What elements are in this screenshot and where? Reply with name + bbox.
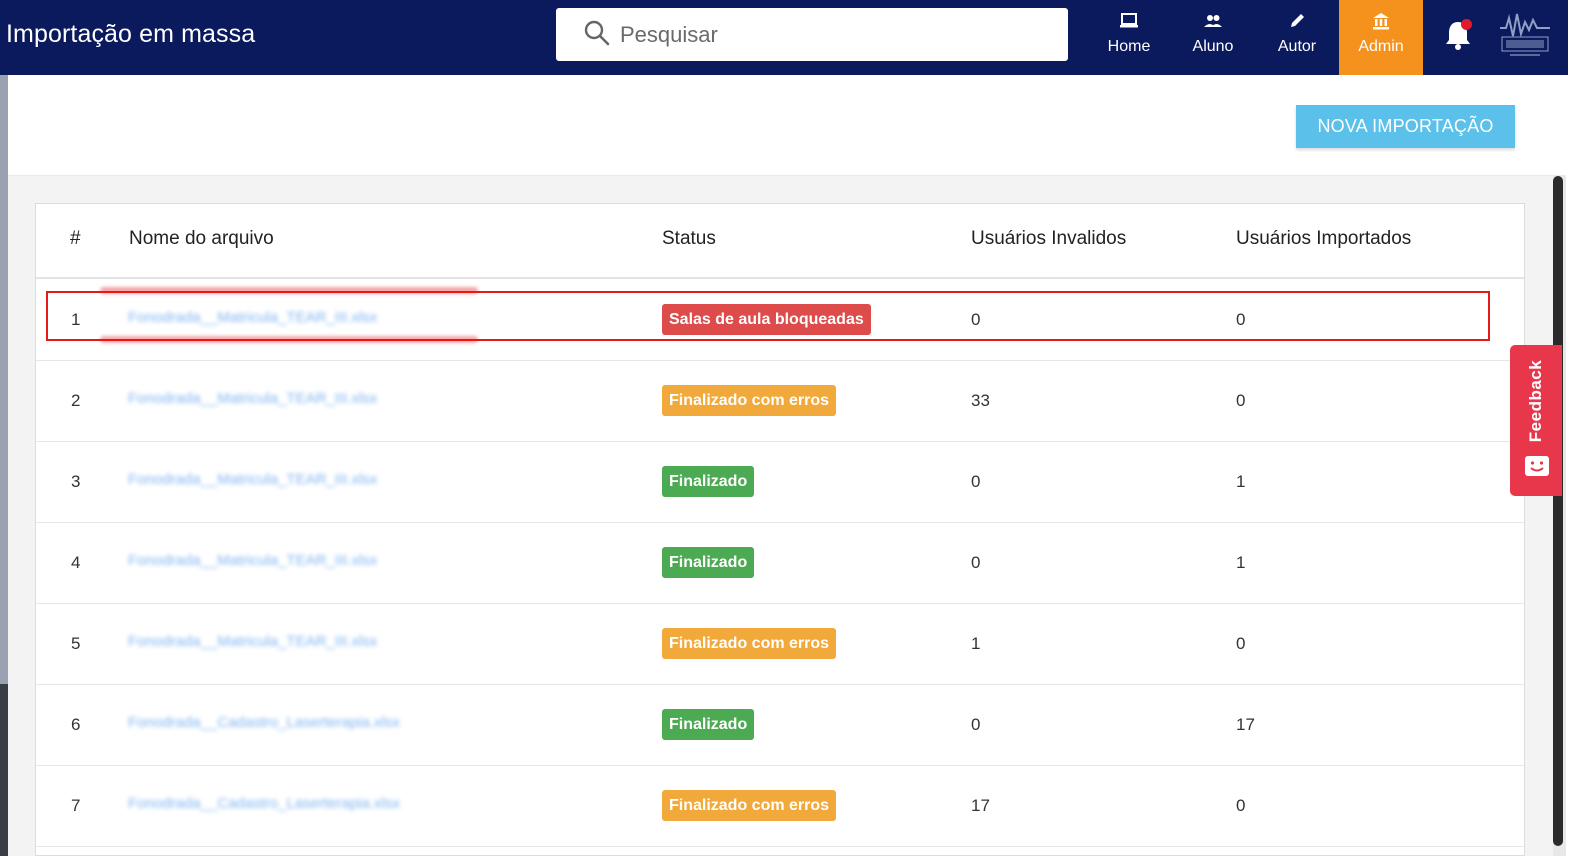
invalid-count: 33 (971, 391, 990, 410)
imported-count: 0 (1236, 796, 1246, 815)
col-header-imported: Usuários Importados (1236, 228, 1412, 249)
row-number: 6 (71, 715, 81, 734)
invalid-count: 1 (971, 634, 981, 653)
row-divider (36, 441, 1524, 442)
col-header-number: # (70, 228, 81, 249)
row-number: 5 (71, 634, 81, 653)
nav-home[interactable]: Home (1087, 0, 1171, 75)
row-divider (36, 603, 1524, 604)
invalid-count: 0 (971, 715, 981, 734)
scrollbar-thumb[interactable] (1553, 176, 1563, 846)
row-number: 3 (71, 472, 81, 491)
nav-home-label: Home (1107, 38, 1151, 55)
imported-count: 17 (1236, 715, 1255, 734)
row-divider (36, 522, 1524, 523)
notification-dot (1461, 19, 1472, 30)
file-link[interactable]: Fonodrada__Matricula_TEAR_III.xlsx (128, 633, 377, 653)
row-number: 2 (71, 391, 81, 410)
new-import-button[interactable]: NOVA IMPORTAÇÃO (1296, 105, 1515, 148)
imported-count: 0 (1236, 634, 1246, 653)
file-link[interactable]: Fonodrada__Matricula_TEAR_III.xlsx (128, 552, 377, 572)
nav-autor-label: Autor (1277, 38, 1317, 55)
imported-count: 1 (1236, 472, 1246, 491)
feedback-label: Feedback (1526, 359, 1545, 443)
file-link[interactable]: Fonodrada__Cadastro_Laserterapia.xlsx (128, 714, 400, 734)
header-divider (36, 277, 1524, 279)
status-badge: Finalizado com erros (662, 385, 837, 416)
nav-admin[interactable]: Admin (1339, 0, 1423, 75)
nav-aluno-label: Aluno (1192, 38, 1234, 55)
pencil-icon (1291, 14, 1304, 27)
page-title: Importação em massa (6, 20, 256, 48)
search-icon (584, 20, 610, 46)
status-badge: Finalizado com erros (662, 790, 837, 821)
bank-icon (1373, 13, 1389, 30)
top-bar: Importação em massa Home Aluno Autor (0, 0, 1568, 75)
status-badge: Finalizado (662, 709, 755, 740)
search-box[interactable] (556, 8, 1068, 61)
status-badge: Finalizado (662, 466, 755, 497)
invalid-count: 17 (971, 796, 990, 815)
row-divider (36, 360, 1524, 361)
row-number: 7 (71, 796, 81, 815)
col-header-file: Nome do arquivo (129, 228, 274, 249)
annotation-highlight-box (46, 291, 1490, 341)
col-header-status: Status (662, 228, 716, 249)
users-icon (1204, 15, 1222, 27)
nav-admin-label: Admin (1358, 38, 1404, 55)
imported-count: 0 (1236, 391, 1246, 410)
nav-autor[interactable]: Autor (1255, 0, 1339, 75)
status-badge: Finalizado (662, 547, 755, 578)
search-input[interactable] (620, 21, 1040, 48)
file-link[interactable]: Fonodrada__Matricula_TEAR_III.xlsx (128, 390, 377, 410)
col-header-invalid: Usuários Invalidos (971, 228, 1127, 249)
row-divider (36, 684, 1524, 685)
invalid-count: 0 (971, 553, 981, 572)
invalid-count: 0 (971, 472, 981, 491)
imported-count: 1 (1236, 553, 1246, 572)
status-badge: Finalizado com erros (662, 628, 837, 659)
laptop-icon (1120, 13, 1138, 28)
row-number: 4 (71, 553, 81, 572)
left-edge-dark (0, 684, 8, 856)
row-divider (36, 846, 1524, 847)
feedback-tab[interactable]: Feedback (1510, 345, 1562, 496)
nav-aluno[interactable]: Aluno (1171, 0, 1255, 75)
file-link[interactable]: Fonodrada__Cadastro_Laserterapia.xlsx (128, 795, 400, 815)
file-link[interactable]: Fonodrada__Matricula_TEAR_III.xlsx (128, 471, 377, 491)
smile-icon (1525, 456, 1549, 476)
row-divider (36, 765, 1524, 766)
brand-logo-icon (1500, 13, 1550, 56)
